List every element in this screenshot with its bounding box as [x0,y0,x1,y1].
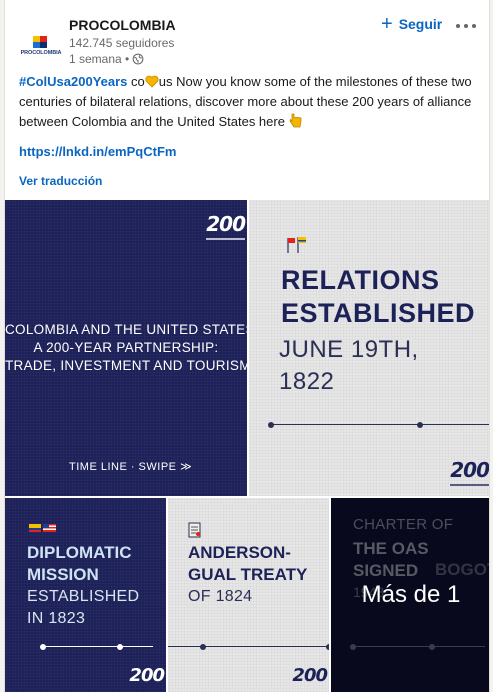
intro-title-line: A 200-YEAR PARTNERSHIP: [33,340,219,355]
heading-line: MISSION [27,565,99,584]
logo-mark-icon [33,36,47,48]
bicentennial-badge: 200 [129,665,165,686]
follow-button[interactable]: + Seguir [381,13,443,35]
treaty-subheading: OF 1824 [188,588,253,605]
heading-line: GUAL TREATY [188,565,308,584]
intro-title-line: TRADE, INVESTMENT AND TOURISM [5,358,247,373]
timeline-line [40,643,153,650]
diplomatic-heading: DIPLOMATIC MISSION [27,542,132,586]
more-options-icon[interactable] [452,16,480,36]
hashtag-link[interactable]: #ColUsa200Years [19,74,127,89]
more-images-overlay[interactable]: Más de 1 [331,498,489,692]
relations-heading: RELATIONS ESTABLISHED [281,264,475,330]
heading-line: ESTABLISHED [281,298,476,328]
sub-line: IN 1823 [27,610,86,627]
sub-line: ESTABLISHED [27,588,140,605]
post-link-line: https://lnkd.in/emPqCtFm [19,144,176,159]
intro-title: COLOMBIA AND THE UNITED STATES: A 200-YE… [5,321,247,375]
timeline-swipe-label: TIME LINE · SWIPE ≫ [69,461,193,473]
bicentennial-badge: 200 [292,665,328,686]
image-tile-oas[interactable]: CHARTER OF THE OAS SIGNED BOGOTA, 1948 M… [331,498,489,692]
follow-label: Seguir [398,16,443,32]
post-time: 1 semana • [69,52,130,66]
image-tile-diplomatic[interactable]: DIPLOMATIC MISSION ESTABLISHED IN 1823 2… [5,498,166,692]
date-line: JUNE 19TH, [279,336,419,363]
logo-wordmark: PROCOLOMBIA [20,50,62,56]
globe-icon [132,53,144,65]
follower-count: 142.745 seguidores [69,36,175,50]
timeline-line [268,421,489,428]
post-url-link[interactable]: https://lnkd.in/emPqCtFm [19,144,176,159]
more-images-label: Más de 1 [361,581,461,608]
post-meta: 1 semana • [69,52,144,66]
feed-post-card: PROCOLOMBIA PROCOLOMBIA 142.745 seguidor… [4,0,490,692]
date-line: 1822 [279,368,335,395]
diplomatic-subheading: ESTABLISHED IN 1823 [27,586,139,630]
plus-icon: + [381,13,393,35]
flags-icon [287,237,306,253]
relations-date: JUNE 19TH, 1822 [279,334,419,398]
intro-title-line: COLOMBIA AND THE UNITED STATES: [5,322,247,337]
treaty-heading: ANDERSON- GUAL TREATY [188,542,307,586]
heading-line: ANDERSON- [188,543,291,562]
timeline-line [168,643,329,650]
heading-line: DIPLOMATIC [27,543,132,562]
see-translation-button[interactable]: Ver traducción [19,174,102,188]
bicentennial-badge: 200 [450,458,489,486]
heading-line: RELATIONS [281,265,440,295]
document-icon [188,522,201,538]
post-header: PROCOLOMBIA PROCOLOMBIA 142.745 seguidor… [5,12,489,66]
image-tile-intro[interactable]: 200 COLOMBIA AND THE UNITED STATES: A 20… [5,200,247,496]
procolombia-logo[interactable]: PROCOLOMBIA [17,20,65,68]
post-text: #ColUsa200Years co us Now you know some o… [19,72,479,132]
image-tile-treaty[interactable]: ANDERSON- GUAL TREATY OF 1824 200 [168,498,329,692]
yellow-heart-emoji-icon [145,75,159,88]
post-text-part: co [127,74,145,89]
bicentennial-badge: 200 [206,212,246,240]
pointing-down-emoji-icon [289,113,301,128]
crossed-flags-icon [29,524,56,532]
company-name[interactable]: PROCOLOMBIA [69,17,176,33]
image-tile-relations[interactable]: RELATIONS ESTABLISHED JUNE 19TH, 1822 20… [249,200,489,496]
